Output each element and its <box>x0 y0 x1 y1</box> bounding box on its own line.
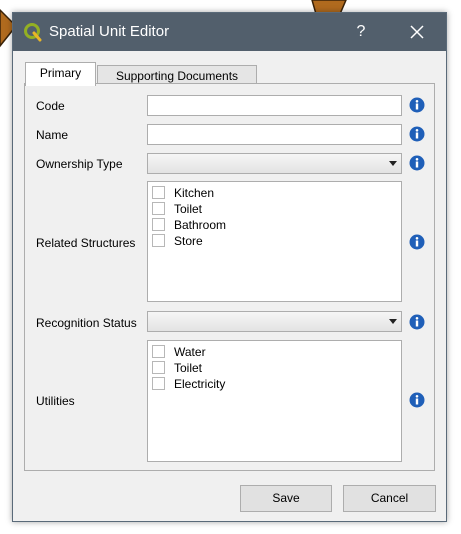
dialog-title: Spatial Unit Editor <box>49 23 170 40</box>
qgis-logo-icon <box>24 23 42 42</box>
utilities-list[interactable]: Water Toilet Electricity <box>147 340 402 462</box>
recognition-status-label: Recognition Status <box>36 316 137 330</box>
close-icon[interactable] <box>404 19 430 45</box>
info-icon[interactable] <box>409 97 425 113</box>
code-label: Code <box>36 99 65 113</box>
checkbox[interactable] <box>152 218 165 231</box>
tab-label: Supporting Documents <box>115 69 239 83</box>
tab-label: Primary <box>39 66 82 80</box>
chevron-down-icon <box>389 161 397 166</box>
ownership-type-select[interactable] <box>147 153 402 174</box>
checkbox[interactable] <box>152 234 165 247</box>
checkbox[interactable] <box>152 377 165 390</box>
cancel-button[interactable]: Cancel <box>343 485 436 512</box>
name-label: Name <box>36 128 69 142</box>
tab-primary[interactable]: Primary <box>25 62 96 86</box>
info-icon[interactable] <box>409 234 425 250</box>
checkbox[interactable] <box>152 186 165 199</box>
utilities-label: Utilities <box>36 394 75 408</box>
chevron-down-icon <box>389 319 397 324</box>
info-icon[interactable] <box>409 155 425 171</box>
ownership-type-label: Ownership Type <box>36 157 123 171</box>
info-icon[interactable] <box>409 314 425 330</box>
save-button[interactable]: Save <box>240 485 332 512</box>
code-input[interactable] <box>147 95 402 116</box>
name-input[interactable] <box>147 124 402 145</box>
checkbox[interactable] <box>152 361 165 374</box>
help-button[interactable]: ? <box>348 19 374 45</box>
spatial-unit-editor-dialog: Spatial Unit Editor ? Primary Supporting… <box>12 12 447 522</box>
related-structures-label: Related Structures <box>36 236 136 250</box>
related-structures-list[interactable]: Kitchen Toilet Bathroom Store <box>147 181 402 302</box>
recognition-status-select[interactable] <box>147 311 402 332</box>
title-bar: Spatial Unit Editor ? <box>13 13 446 51</box>
info-icon[interactable] <box>409 392 425 408</box>
info-icon[interactable] <box>409 126 425 142</box>
checkbox[interactable] <box>152 202 165 215</box>
checkbox[interactable] <box>152 345 165 358</box>
